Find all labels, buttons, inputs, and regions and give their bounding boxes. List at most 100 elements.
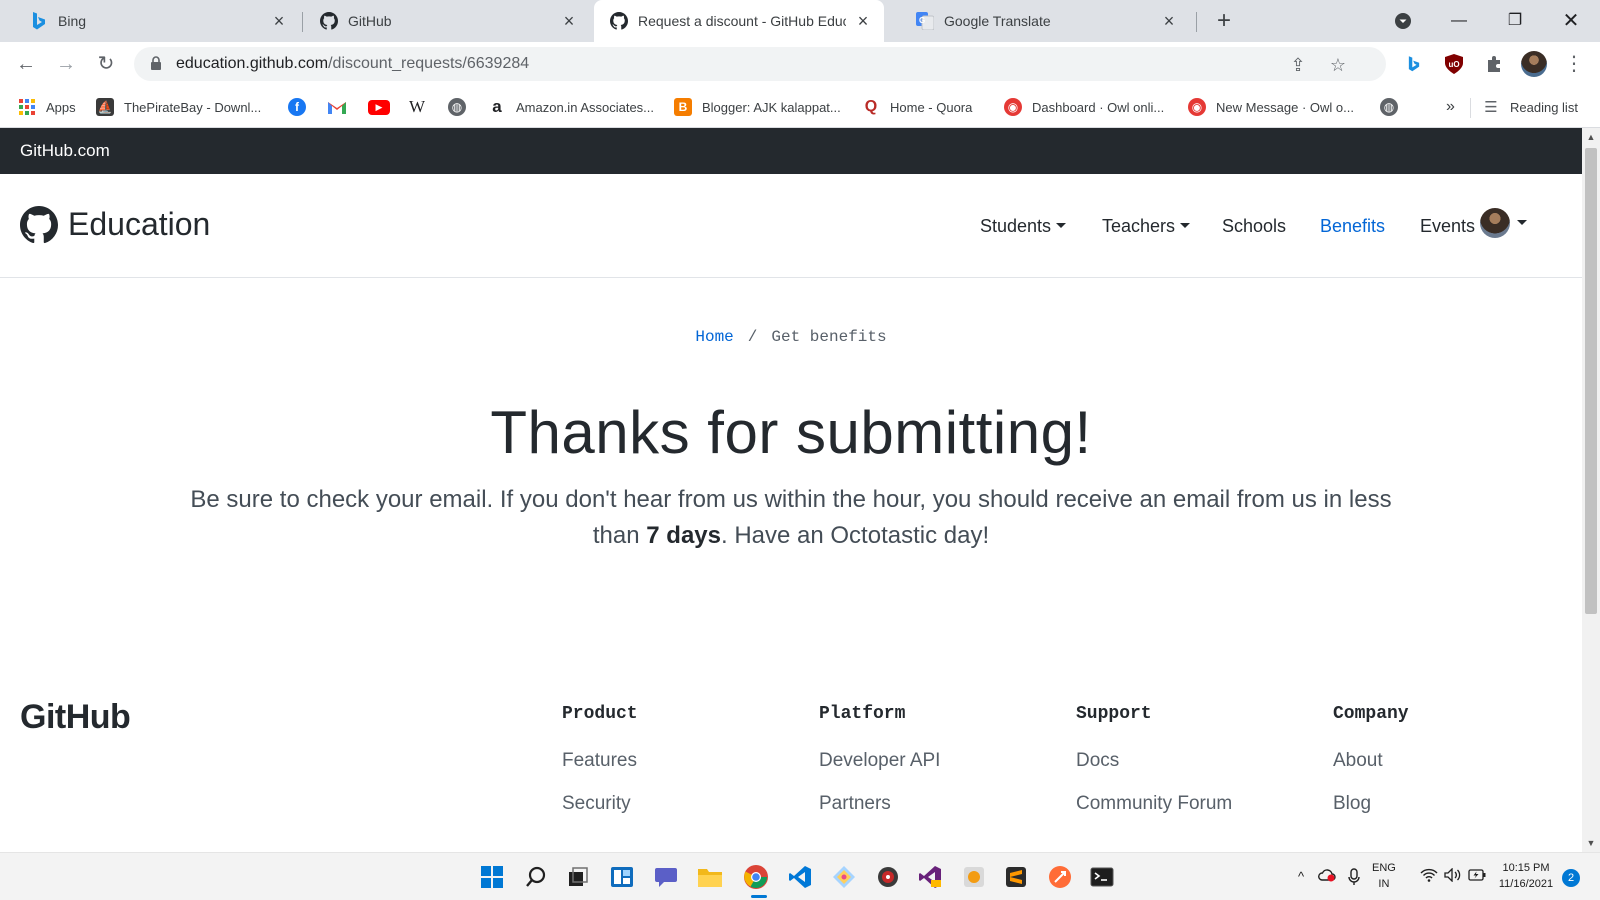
clock[interactable]: 10:15 PM 11/16/2021 xyxy=(1498,862,1554,890)
caret-down-icon[interactable] xyxy=(1517,220,1527,225)
nav-teachers-label: Teachers xyxy=(1102,216,1176,236)
bookmark-blogger[interactable]: B Blogger: AJK kalappat... xyxy=(674,96,841,118)
nav-schools[interactable]: Schools xyxy=(1222,216,1286,237)
notification-count-badge[interactable]: 2 xyxy=(1562,869,1580,887)
address-bar[interactable]: education.github.com/discount_requests/6… xyxy=(134,47,1386,81)
close-icon[interactable]: × xyxy=(270,12,288,30)
sublime-merge-icon[interactable] xyxy=(958,861,990,893)
bookmark-globe[interactable]: ◍ xyxy=(448,96,476,118)
scroll-up-arrow-icon[interactable]: ▲ xyxy=(1586,132,1596,142)
bookmark-label: Amazon.in Associates... xyxy=(516,99,655,115)
bookmark-amazon[interactable]: a Amazon.in Associates... xyxy=(488,96,654,118)
github-com-link[interactable]: GitHub.com xyxy=(20,141,110,161)
tab-github[interactable]: GitHub × xyxy=(304,0,590,42)
reload-button[interactable]: ↻ xyxy=(92,50,120,78)
wifi-icon[interactable] xyxy=(1420,868,1438,886)
bookmark-facebook[interactable]: f xyxy=(288,96,316,118)
github-top-bar: GitHub.com xyxy=(0,128,1582,174)
ruby-app-icon[interactable] xyxy=(872,861,904,893)
close-window-button[interactable]: ✕ xyxy=(1556,6,1586,36)
menu-kebab-icon[interactable]: ⋮ xyxy=(1560,50,1588,78)
terminal-icon[interactable] xyxy=(1086,861,1118,893)
message-text-end: . Have an Octotastic day! xyxy=(720,522,990,549)
bookmark-owl-dashboard[interactable]: ◉ Dashboard · Owl onli... xyxy=(1004,96,1164,118)
clock-date: 11/16/2021 xyxy=(1498,878,1554,890)
close-icon[interactable]: × xyxy=(560,12,578,30)
svg-text:G: G xyxy=(919,16,925,25)
page-scrollbar[interactable]: ▲ ▼ xyxy=(1582,128,1600,852)
onedrive-error-icon[interactable] xyxy=(1318,868,1336,886)
scrollbar-thumb[interactable] xyxy=(1585,148,1597,614)
file-explorer-icon[interactable] xyxy=(694,861,726,893)
footer-link-partners[interactable]: Partners xyxy=(819,793,940,815)
search-icon[interactable] xyxy=(520,861,552,893)
scroll-down-arrow-icon[interactable]: ▼ xyxy=(1586,838,1596,848)
volume-icon[interactable] xyxy=(1444,867,1462,886)
widgets-icon[interactable] xyxy=(606,861,638,893)
url-path: /discount_requests/6639284 xyxy=(328,55,530,72)
breadcrumb-home[interactable]: Home xyxy=(695,328,733,346)
microphone-icon[interactable] xyxy=(1345,868,1363,886)
footer-link-about[interactable]: About xyxy=(1333,750,1409,772)
visual-studio-icon[interactable] xyxy=(914,861,946,893)
nav-events[interactable]: Events xyxy=(1420,216,1475,237)
more-bookmarks-button[interactable]: » xyxy=(1446,96,1455,118)
ublock-icon[interactable]: uO xyxy=(1440,50,1468,78)
close-icon[interactable]: × xyxy=(854,12,872,30)
github-octocat-icon[interactable] xyxy=(20,206,58,244)
user-avatar[interactable] xyxy=(1480,208,1510,238)
education-brand[interactable]: Education xyxy=(68,206,210,243)
tab-request-discount[interactable]: Request a discount - GitHub Educati × xyxy=(594,0,884,42)
extensions-puzzle-icon[interactable] xyxy=(1480,50,1508,78)
git-kraken-icon[interactable] xyxy=(828,861,860,893)
chrome-icon[interactable] xyxy=(740,861,772,893)
bookmark-wikipedia[interactable]: W xyxy=(408,96,436,118)
blogger-icon: B xyxy=(674,98,692,116)
nav-benefits[interactable]: Benefits xyxy=(1320,216,1385,237)
battery-charging-icon[interactable] xyxy=(1468,868,1486,886)
bookmark-apps[interactable]: Apps xyxy=(18,96,76,118)
bookmark-gmail[interactable] xyxy=(328,96,356,118)
teams-chat-icon[interactable] xyxy=(650,861,682,893)
bookmark-youtube[interactable]: ▶ xyxy=(368,96,400,118)
tab-google-translate[interactable]: G Google Translate × xyxy=(900,0,1190,42)
tab-bing[interactable]: Bing × xyxy=(14,0,300,42)
bing-extension-icon[interactable] xyxy=(1400,50,1428,78)
tab-title: GitHub xyxy=(348,13,392,29)
profile-avatar[interactable] xyxy=(1520,50,1548,78)
bookmark-piratebay[interactable]: ⛵ ThePirateBay - Downl... xyxy=(96,96,261,118)
caret-down-icon xyxy=(1056,222,1067,228)
reading-list-button[interactable]: ☰ Reading list xyxy=(1482,96,1578,118)
footer-link-community-forum[interactable]: Community Forum xyxy=(1076,793,1232,815)
forward-button[interactable]: → xyxy=(52,50,80,78)
footer-github-logo[interactable]: GitHub xyxy=(20,698,131,737)
footer-link-security[interactable]: Security xyxy=(562,793,638,815)
vscode-icon[interactable] xyxy=(784,861,816,893)
footer-link-docs[interactable]: Docs xyxy=(1076,750,1232,772)
nav-teachers[interactable]: Teachers xyxy=(1102,216,1191,237)
bookmark-owl-message[interactable]: ◉ New Message · Owl o... xyxy=(1188,96,1354,118)
footer-column-platform: Platform Developer API Partners xyxy=(819,704,940,836)
tab-search-button[interactable] xyxy=(1388,6,1418,36)
minimize-button[interactable]: — xyxy=(1444,6,1474,36)
bookmark-quora[interactable]: Q Home - Quora xyxy=(862,96,973,118)
back-button[interactable]: ← xyxy=(12,50,40,78)
star-icon[interactable]: ☆ xyxy=(1326,53,1350,77)
tab-title: Google Translate xyxy=(944,13,1051,29)
close-icon[interactable]: × xyxy=(1160,12,1178,30)
footer-link-features[interactable]: Features xyxy=(562,750,638,772)
windows-start-icon[interactable] xyxy=(476,861,508,893)
postman-icon[interactable] xyxy=(1044,861,1076,893)
nav-students[interactable]: Students xyxy=(980,216,1067,237)
sublime-text-icon[interactable] xyxy=(1000,861,1032,893)
new-tab-button[interactable]: + xyxy=(1210,8,1238,36)
restore-button[interactable]: ❐ xyxy=(1500,6,1530,36)
footer-link-blog[interactable]: Blog xyxy=(1333,793,1409,815)
tab-strip: Bing × GitHub × Request a discount - Git… xyxy=(0,0,1600,42)
chevron-up-icon[interactable]: ^ xyxy=(1292,868,1310,886)
share-icon[interactable]: ⇪ xyxy=(1286,53,1310,77)
task-view-icon[interactable] xyxy=(562,861,594,893)
bookmark-globe-2[interactable]: ◍ xyxy=(1380,96,1408,118)
language-indicator[interactable]: ENG IN xyxy=(1372,862,1396,890)
footer-link-developer-api[interactable]: Developer API xyxy=(819,750,940,772)
